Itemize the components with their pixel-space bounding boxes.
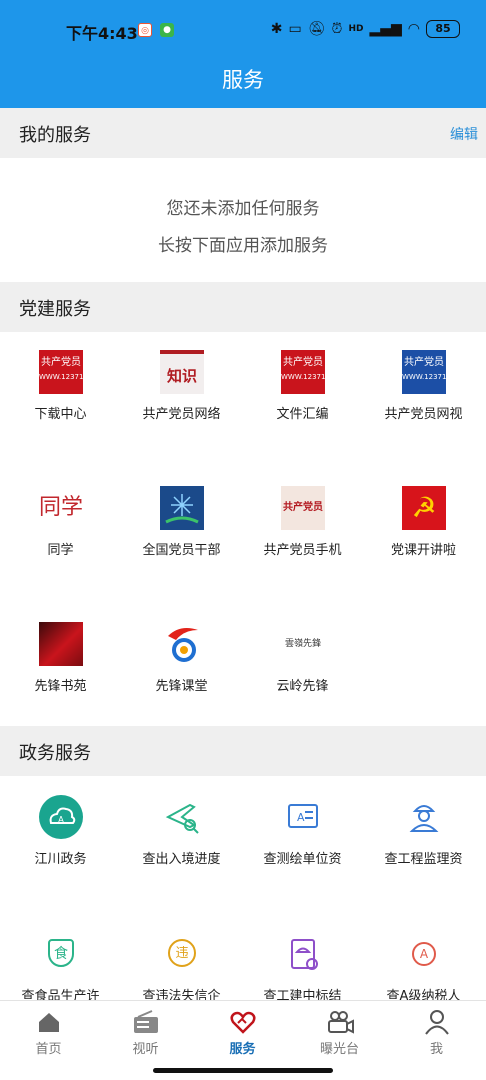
service-label: 同学 [47,543,74,558]
home-icon [38,1013,59,1032]
star-burst-icon [160,486,204,530]
hammer-sickle-icon: ☭ [402,486,446,530]
signal-icon: ▂▄▆ [369,21,402,37]
status-icons: ✱ ▭ 🔕︎ ⏰︎ HD ▂▄▆ ◠ 85 [271,20,460,38]
party-services-title: 党建服务 [19,299,91,320]
svg-text:A: A [297,811,305,824]
my-services-header: 我的服务 编辑 [0,108,486,158]
tab-label: 曝光台 [319,1042,359,1057]
gov-services-header: 政务服务 [0,726,486,776]
page-title: 服务 [222,68,264,92]
tab-me[interactable]: 我 [388,1009,485,1064]
tab-label: 服务 [229,1042,256,1057]
tab-exposure[interactable]: 曝光台 [291,1009,388,1064]
home-indicator[interactable] [153,1068,333,1073]
radio-icon [133,1010,158,1033]
service-yunling-pioneer[interactable]: 雲嶺先鋒 云岭先锋 [242,622,363,722]
service-jiangchuan-gov[interactable]: A 江川政务 [0,795,121,895]
mute-icon: 🔕︎ [307,21,326,37]
service-file-compilation[interactable]: 共产党员 WWW.12371 文件汇编 [242,350,363,450]
survey-doc-icon: A [281,795,325,839]
service-label: 下载中心 [34,407,87,422]
knowledge-book-icon: 知识 [160,350,204,394]
violation-icon: 违 [160,932,204,976]
construction-doc-icon [281,932,325,976]
my-services-empty: 您还未添加任何服务 长按下面应用添加服务 [0,158,486,282]
service-exit-entry[interactable]: 查出入境进度 [121,795,242,895]
plane-search-icon [160,795,204,839]
tab-label: 我 [429,1042,443,1057]
wechat-icon: ● [160,23,174,37]
hd-signal-icon: HD [348,24,364,34]
party-logo-blue-icon: 共产党员 WWW.12371 [402,350,446,394]
battery-icon: 85 [426,20,460,38]
service-party-video[interactable]: 共产党员 WWW.12371 共产党员网视 [363,350,484,450]
person-icon [424,1010,449,1035]
engineer-icon [402,795,446,839]
service-label: 共产党员网络 [142,407,221,422]
status-bar: 下午4:43 ◎ ● ✱ ▭ 🔕︎ ⏰︎ HD ▂▄▆ ◠ 85 [0,16,486,46]
camera-icon [327,1011,354,1034]
party-logo-icon: 共产党员 WWW.12371 [281,350,325,394]
heart-link-icon [229,1011,256,1034]
service-party-mobile[interactable]: 共产党员 共产党员手机 [242,486,363,586]
service-download-center[interactable]: 共产党员 WWW.12371 下载中心 [0,350,121,450]
service-label: 全国党员干部 [142,543,221,558]
service-label: 共产党员网视 [384,407,463,422]
service-label: 共产党员手机 [263,543,342,558]
service-party-network[interactable]: 知识 共产党员网络 [121,350,242,450]
app-header: 下午4:43 ◎ ● ✱ ▭ 🔕︎ ⏰︎ HD ▂▄▆ ◠ 85 服务 [0,0,486,108]
vibrate-icon: ▭ [288,21,302,37]
alarm-icon: ⏰︎ [331,21,343,37]
service-label: 文件汇编 [276,407,329,422]
service-label: 云岭先锋 [276,679,329,694]
service-label: 先锋课堂 [155,679,208,694]
gov-services-title: 政务服务 [19,743,91,764]
tongxue-icon: 同学 [39,486,83,530]
tab-label: 视听 [132,1042,159,1057]
service-label: 查测绘单位资 [263,852,342,867]
red-book-icon [39,622,83,666]
bluetooth-icon: ✱ [270,21,283,37]
edit-button[interactable]: 编辑 [450,124,478,144]
wifi-icon: ◠ [407,21,420,37]
service-engineering-supervision[interactable]: 查工程监理资 [363,795,484,895]
service-label: 江川政务 [34,852,87,867]
service-classmate[interactable]: 同学 同学 [0,486,121,586]
service-label: 先锋书苑 [34,679,87,694]
service-party-lecture[interactable]: ☭ 党课开讲啦 [363,486,484,586]
service-label: 查出入境进度 [142,852,221,867]
tab-services[interactable]: 服务 [194,1009,291,1064]
svg-text:A: A [58,815,64,824]
service-label: 党课开讲啦 [390,543,456,558]
calligraphy-icon: 雲嶺先鋒 [284,639,321,649]
service-pioneer-classroom[interactable]: 先锋课堂 [121,622,242,722]
tab-home[interactable]: 首页 [0,1009,97,1064]
empty-hint: 长按下面应用添加服务 [158,236,328,256]
netease-icon: ◎ [138,23,152,37]
party-phone-icon: 共产党员 [281,486,325,530]
tab-media[interactable]: 视听 [97,1009,194,1064]
status-time: 下午4:43 [66,24,138,43]
service-national-cadres[interactable]: 全国党员干部 [121,486,242,586]
cloud-a-icon: A [39,795,83,839]
pioneer-swirl-icon [160,622,204,666]
my-services-title: 我的服务 [19,125,91,146]
empty-message: 您还未添加任何服务 [166,199,320,219]
tab-label: 首页 [35,1042,62,1057]
food-shield-icon: 食 [39,932,83,976]
service-label: 查工程监理资 [384,852,463,867]
medal-a-icon: A [402,932,446,976]
service-survey-unit[interactable]: A 查测绘单位资 [242,795,363,895]
service-pioneer-books[interactable]: 先锋书苑 [0,622,121,722]
party-services-header: 党建服务 [0,282,486,332]
party-logo-icon: 共产党员 WWW.12371 [39,350,83,394]
